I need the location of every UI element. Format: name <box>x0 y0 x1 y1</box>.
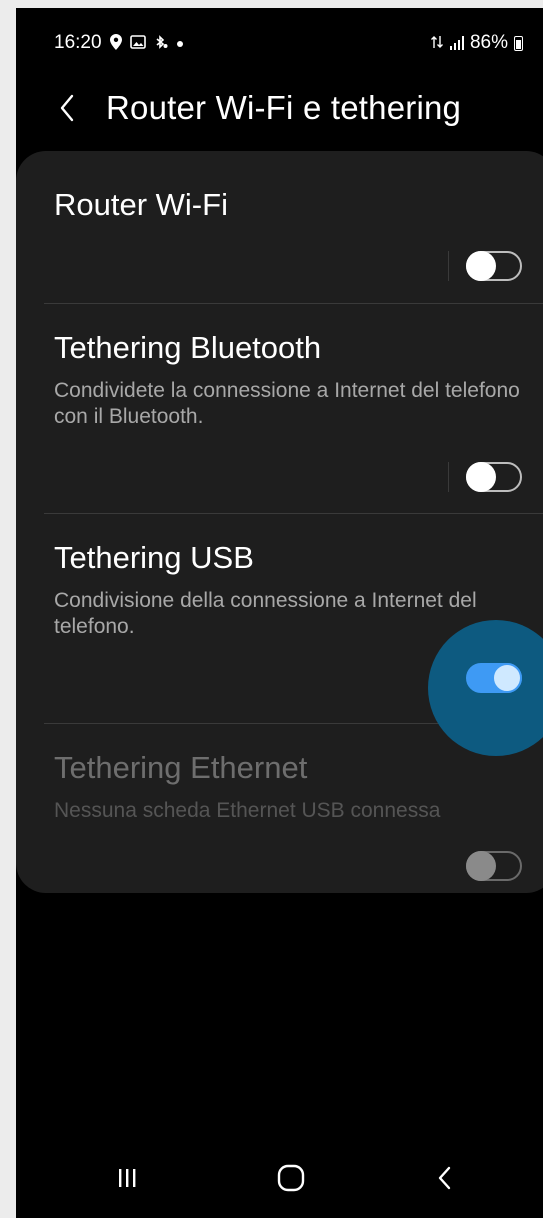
bt-tethering-toggle[interactable] <box>466 462 522 492</box>
navigation-bar <box>16 1138 543 1218</box>
setting-subtitle: Condividete la connessione a Internet de… <box>54 379 520 428</box>
phone-screen: 16:20 86% Router Wi-Fi e tethering Route… <box>16 8 543 1218</box>
dot-icon <box>176 36 184 51</box>
settings-card: Router Wi-Fi Tethering Bluetooth Condivi… <box>16 151 543 893</box>
chevron-left-icon <box>60 94 74 122</box>
back-button[interactable] <box>52 88 82 128</box>
gallery-icon <box>129 34 146 52</box>
bluetooth-icon <box>154 34 168 52</box>
divider <box>448 462 449 492</box>
status-time: 16:20 <box>54 32 102 53</box>
status-left: 16:20 <box>54 32 184 54</box>
toggle-knob <box>492 663 522 693</box>
status-right: 86% <box>430 32 523 54</box>
nav-back-button[interactable] <box>400 1138 490 1218</box>
toggle-knob <box>466 251 496 281</box>
location-icon <box>109 33 122 53</box>
toggle-knob <box>466 462 496 492</box>
recents-icon <box>119 1169 136 1187</box>
setting-title: Tethering USB <box>54 540 254 575</box>
data-arrows-icon <box>430 35 444 52</box>
setting-subtitle: Nessuna scheda Ethernet USB connessa <box>54 799 441 822</box>
eth-tethering-toggle <box>466 851 522 881</box>
signal-icon <box>449 36 464 50</box>
toggle-knob <box>466 851 496 881</box>
setting-title: Tethering Bluetooth <box>54 330 322 365</box>
wifi-router-toggle[interactable] <box>466 251 522 281</box>
usb-tethering-toggle[interactable] <box>466 663 522 693</box>
divider <box>448 251 449 281</box>
setting-bt-tethering[interactable]: Tethering Bluetooth Condividete la conne… <box>16 304 543 514</box>
setting-title: Router Wi-Fi <box>54 187 228 222</box>
status-bar: 16:20 86% <box>16 8 543 68</box>
setting-title: Tethering Ethernet <box>54 750 308 785</box>
recents-button[interactable] <box>82 1138 172 1218</box>
setting-wifi-router[interactable]: Router Wi-Fi <box>16 151 543 301</box>
setting-eth-tethering: Tethering Ethernet Nessuna scheda Ethern… <box>16 724 543 894</box>
home-icon <box>277 1164 305 1192</box>
back-icon <box>438 1166 451 1190</box>
home-button[interactable] <box>246 1138 336 1218</box>
battery-icon <box>514 35 523 51</box>
app-header: Router Wi-Fi e tethering <box>16 78 543 138</box>
battery-percent: 86% <box>469 32 508 53</box>
page-title: Router Wi-Fi e tethering <box>106 89 462 126</box>
